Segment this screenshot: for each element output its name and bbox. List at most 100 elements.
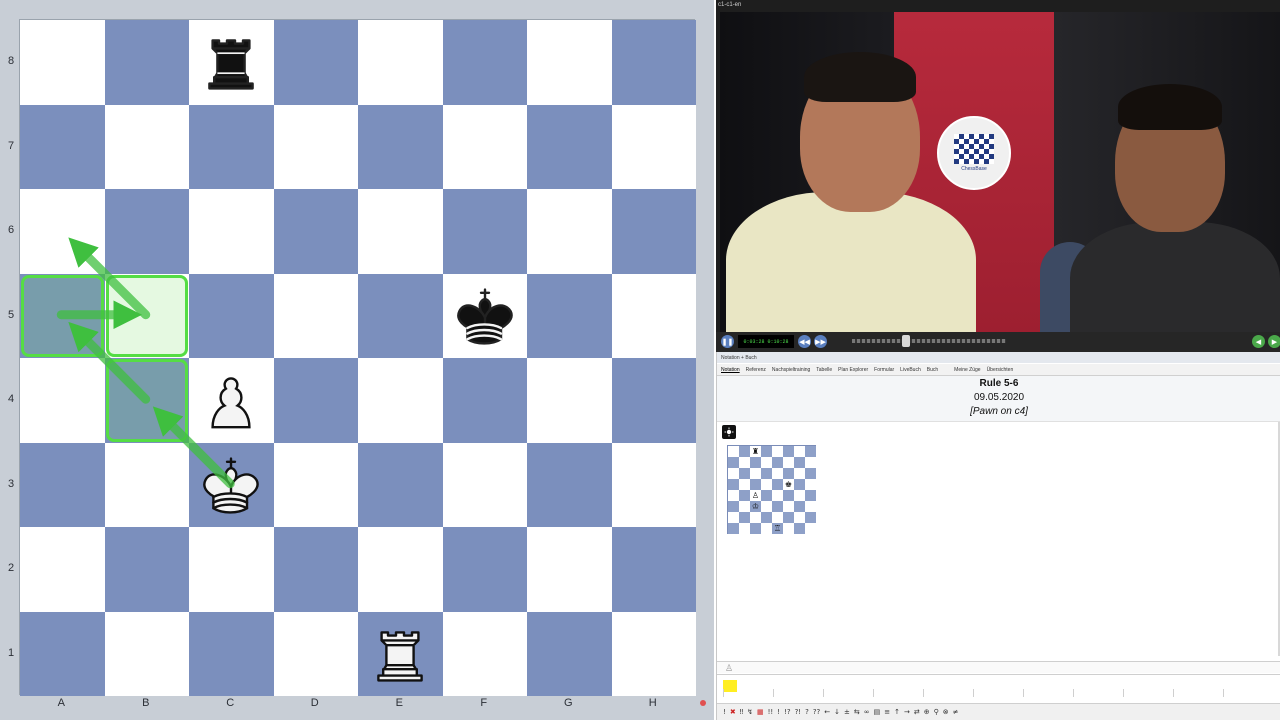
tab-referenz[interactable]: Referenz: [746, 367, 766, 373]
square-g3[interactable]: [527, 442, 612, 527]
annotation-symbol-icon[interactable]: ?: [805, 708, 809, 716]
white-king-icon[interactable]: [189, 443, 274, 528]
square-c5[interactable]: [189, 273, 274, 358]
annotation-symbol-icon[interactable]: →: [904, 708, 910, 716]
annotation-symbol-icon[interactable]: !?: [784, 708, 791, 716]
square-g5[interactable]: [527, 273, 612, 358]
square-d1[interactable]: [273, 611, 358, 696]
tab-meine-züge[interactable]: Meine Züge: [954, 367, 980, 373]
fast-forward-icon[interactable]: ▶▶: [814, 335, 827, 348]
square-b3[interactable]: [104, 442, 189, 527]
square-g6[interactable]: [527, 189, 612, 274]
tab-formular[interactable]: Formular: [874, 367, 894, 373]
annotation-symbol-icon[interactable]: ↑: [894, 708, 900, 716]
square-d4[interactable]: [273, 358, 358, 443]
seek-thumb[interactable]: [902, 335, 910, 347]
square-f3[interactable]: [442, 442, 527, 527]
square-b2[interactable]: [104, 527, 189, 612]
square-f4[interactable]: [442, 358, 527, 443]
square-b7[interactable]: [104, 104, 189, 189]
black-rook-icon[interactable]: [189, 20, 274, 105]
annotation-symbol-icon[interactable]: ⇄: [914, 708, 920, 716]
square-d2[interactable]: [273, 527, 358, 612]
video-frame[interactable]: ChessBase: [720, 12, 1280, 332]
previous-icon[interactable]: ◀: [1252, 335, 1265, 348]
square-d3[interactable]: [273, 442, 358, 527]
annotation-symbol-icon[interactable]: !: [777, 708, 780, 716]
square-g2[interactable]: [527, 527, 612, 612]
annotation-symbol-icon[interactable]: ≡: [884, 708, 890, 716]
annotation-symbol-icon[interactable]: ∞: [864, 708, 870, 716]
annotation-symbol-icon[interactable]: ±: [844, 708, 850, 716]
square-a6[interactable]: [20, 189, 105, 274]
square-e8[interactable]: [358, 20, 443, 105]
annotation-symbol-icon[interactable]: ↓: [834, 708, 840, 716]
annotation-symbol-icon[interactable]: ?!: [795, 708, 802, 716]
annotation-symbol-icon[interactable]: ⊗: [943, 708, 949, 716]
square-e7[interactable]: [358, 104, 443, 189]
square-a3[interactable]: [20, 442, 105, 527]
tab-notation[interactable]: Notation: [721, 367, 740, 373]
rewind-icon[interactable]: ◀◀: [798, 335, 811, 348]
white-pawn-icon[interactable]: [189, 358, 274, 443]
mini-diagram-board[interactable]: ♜ ♚ ♙ ♔ ♖: [727, 445, 816, 534]
annotation-symbol-icon[interactable]: ✖: [730, 708, 736, 716]
square-c6[interactable]: [189, 189, 274, 274]
black-king-icon[interactable]: [443, 274, 528, 359]
square-g8[interactable]: [527, 20, 612, 105]
tab-nachspieltraining[interactable]: Nachspieltraining: [772, 367, 810, 373]
square-a8[interactable]: [20, 20, 105, 105]
tab-livebuch[interactable]: LiveBuch: [900, 367, 921, 373]
square-c2[interactable]: [189, 527, 274, 612]
chess-board[interactable]: [19, 19, 696, 696]
square-h5[interactable]: [611, 273, 696, 358]
annotation-symbol-icon[interactable]: ↯: [747, 708, 753, 716]
square-d8[interactable]: [273, 20, 358, 105]
square-d6[interactable]: [273, 189, 358, 274]
square-a1[interactable]: [20, 611, 105, 696]
square-h3[interactable]: [611, 442, 696, 527]
annotation-symbol-icon[interactable]: ≠: [953, 708, 959, 716]
square-a2[interactable]: [20, 527, 105, 612]
square-h8[interactable]: [611, 20, 696, 105]
square-h7[interactable]: [611, 104, 696, 189]
square-b1[interactable]: [104, 611, 189, 696]
annotation-symbol-icon[interactable]: ⊕: [924, 708, 930, 716]
annotation-symbol-icon[interactable]: ←: [824, 708, 830, 716]
annotation-symbol-icon[interactable]: !: [723, 708, 726, 716]
next-icon[interactable]: ▶: [1268, 335, 1280, 348]
annotation-symbol-icon[interactable]: ▤: [874, 708, 881, 716]
annotation-symbol-icon[interactable]: ‼: [740, 708, 743, 716]
square-a7[interactable]: [20, 104, 105, 189]
square-h2[interactable]: [611, 527, 696, 612]
square-d7[interactable]: [273, 104, 358, 189]
square-f2[interactable]: [442, 527, 527, 612]
square-e4[interactable]: [358, 358, 443, 443]
square-f6[interactable]: [442, 189, 527, 274]
square-a4[interactable]: [20, 358, 105, 443]
square-g7[interactable]: [527, 104, 612, 189]
tab-plan-explorer[interactable]: Plan Explorer: [838, 367, 868, 373]
timeline-row[interactable]: [717, 674, 1280, 702]
seek-bar[interactable]: [852, 339, 1006, 343]
square-b6[interactable]: [104, 189, 189, 274]
square-c7[interactable]: [189, 104, 274, 189]
square-h4[interactable]: [611, 358, 696, 443]
square-f7[interactable]: [442, 104, 527, 189]
square-g4[interactable]: [527, 358, 612, 443]
square-f8[interactable]: [442, 20, 527, 105]
square-h6[interactable]: [611, 189, 696, 274]
square-d5[interactable]: [273, 273, 358, 358]
square-g1[interactable]: [527, 611, 612, 696]
square-e2[interactable]: [358, 527, 443, 612]
square-c1[interactable]: [189, 611, 274, 696]
square-f1[interactable]: [442, 611, 527, 696]
square-b8[interactable]: [104, 20, 189, 105]
diagram-sun-icon[interactable]: [722, 425, 736, 439]
annotation-symbol-icon[interactable]: ??: [813, 708, 820, 716]
tab-buch[interactable]: Buch: [927, 367, 938, 373]
pause-icon[interactable]: ❚❚: [721, 335, 734, 348]
tab-übersichten[interactable]: Übersichten: [987, 367, 1014, 373]
square-e3[interactable]: [358, 442, 443, 527]
square-e6[interactable]: [358, 189, 443, 274]
